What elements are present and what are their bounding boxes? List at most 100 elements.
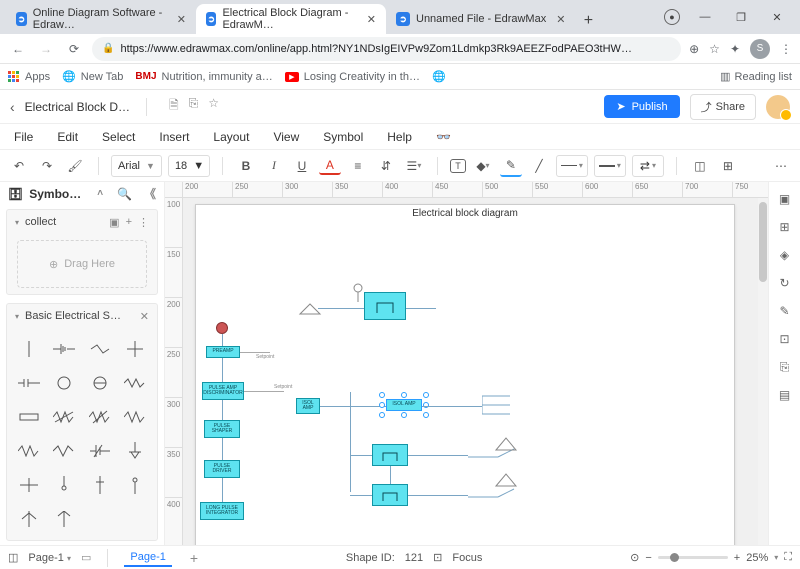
diagram-page[interactable]: Electrical block diagram PREAMP Setpoint… — [195, 204, 735, 545]
zoom-out-button[interactable]: − — [645, 552, 651, 564]
symbol-item[interactable] — [118, 332, 154, 366]
list-icon[interactable]: ☰▾ — [403, 155, 425, 177]
symbol-item[interactable] — [11, 332, 47, 366]
user-avatar[interactable] — [766, 95, 790, 119]
menu-layout[interactable]: Layout — [209, 128, 253, 146]
basic-electrical-header[interactable]: ▾ Basic Electrical S… ✕ — [7, 304, 157, 328]
symbol-item[interactable] — [118, 434, 154, 468]
zoom-value[interactable]: 25% — [746, 552, 768, 564]
symbol-item[interactable] — [82, 332, 118, 366]
star-icon[interactable]: ☆ — [709, 42, 720, 56]
more-icon[interactable]: ⋮ — [138, 216, 149, 229]
page-tab[interactable]: Page-1 — [124, 549, 171, 567]
symbol-item[interactable] — [82, 400, 118, 434]
glasses-icon[interactable]: 👓 — [432, 128, 455, 146]
line-color-icon[interactable]: ✎ — [500, 155, 522, 177]
attachments-icon[interactable]: ⎘ — [776, 358, 794, 376]
back-icon[interactable]: ← — [8, 39, 28, 59]
fit-icon[interactable]: ⊙ — [630, 551, 639, 564]
grid-icon[interactable]: ⊞ — [776, 218, 794, 236]
symbol-item[interactable] — [11, 400, 47, 434]
italic-button[interactable]: I — [263, 155, 285, 177]
font-size-select[interactable]: 18 ▼ — [168, 155, 210, 177]
selection-handles[interactable] — [382, 395, 426, 415]
newtab-bookmark[interactable]: 🌐 New Tab — [62, 70, 123, 83]
font-color-button[interactable]: A — [319, 157, 341, 175]
symbol-item[interactable] — [47, 502, 83, 536]
browser-tab-1[interactable]: ➲ Electrical Block Diagram - EdrawM… ✕ — [196, 4, 386, 34]
menu-help[interactable]: Help — [383, 128, 416, 146]
pulse-shaper-node[interactable]: PULSE SHAPER — [204, 420, 240, 438]
pages-icon[interactable]: ◫ — [8, 551, 18, 564]
symbol-item[interactable] — [82, 366, 118, 400]
symbol-item[interactable] — [47, 400, 83, 434]
start-node[interactable] — [216, 322, 228, 334]
profile-avatar[interactable]: S — [750, 39, 770, 59]
close-window-icon[interactable]: ✕ — [766, 6, 788, 28]
apps-bookmark[interactable]: Apps — [8, 71, 50, 83]
symbol-item[interactable] — [47, 366, 83, 400]
maximize-icon[interactable]: ❐ — [730, 6, 752, 28]
symbol-item[interactable] — [118, 468, 154, 502]
undo-icon[interactable]: ↶ — [8, 155, 30, 177]
scrollbar-thumb[interactable] — [759, 202, 767, 282]
symbol-item[interactable] — [118, 400, 154, 434]
underline-button[interactable]: U — [291, 155, 313, 177]
symbol-item[interactable] — [47, 468, 83, 502]
search-icon[interactable]: 🔍 — [117, 187, 132, 201]
search-icon[interactable]: ⊕ — [689, 42, 699, 56]
redo-icon[interactable]: ↷ — [36, 155, 58, 177]
symbol-item[interactable] — [118, 366, 154, 400]
share-button[interactable]: ⤴ Share — [690, 94, 756, 120]
zoom-in-button[interactable]: + — [734, 552, 740, 564]
group-icon[interactable]: ⊞ — [717, 155, 739, 177]
more-icon[interactable]: ⋯ — [770, 155, 792, 177]
outline-icon[interactable]: ▭ — [81, 551, 91, 564]
line-style-select[interactable]: ▾ — [556, 155, 588, 177]
youtube-bookmark[interactable]: ▶ Losing Creativity in th… — [285, 71, 420, 83]
new-tab-button[interactable]: + — [575, 8, 601, 34]
long-pulse-node[interactable]: LONG PULSE INTEGRATOR — [200, 502, 244, 520]
block-node[interactable] — [364, 292, 406, 320]
line-spacing-icon[interactable]: ⇵ — [375, 155, 397, 177]
collapse-panel-icon[interactable]: 《 — [144, 185, 156, 202]
symbol-item[interactable] — [11, 366, 47, 400]
close-icon[interactable]: ✕ — [367, 13, 376, 26]
pulse-driver-node[interactable]: PULSE DRIVER — [204, 460, 240, 478]
format-painter-icon[interactable]: 🖌 — [64, 155, 86, 177]
symbol-item[interactable] — [82, 434, 118, 468]
align-left-icon[interactable]: ≡ — [347, 155, 369, 177]
drag-target[interactable]: ⊕ Drag Here — [17, 240, 147, 288]
reading-list-button[interactable]: ▥ Reading list — [720, 70, 792, 83]
symbol-item[interactable] — [47, 332, 83, 366]
back-chevron-icon[interactable]: ‹ — [10, 99, 15, 115]
close-icon[interactable]: ✕ — [556, 13, 565, 26]
collect-header[interactable]: ▾ collect ▣+⋮ — [7, 210, 157, 234]
menu-select[interactable]: Select — [98, 128, 139, 146]
symbol-item[interactable] — [11, 434, 47, 468]
textbox-icon[interactable]: T — [450, 159, 466, 173]
globe-bookmark[interactable]: 🌐 — [432, 70, 446, 83]
arrow-style-select[interactable]: ⇄▾ — [632, 155, 664, 177]
browser-tab-0[interactable]: ➲ Online Diagram Software - Edraw… ✕ — [6, 4, 196, 34]
symbol-item[interactable] — [47, 434, 83, 468]
symbol-item[interactable] — [11, 502, 47, 536]
chevron-up-icon[interactable]: ˄ — [97, 188, 103, 199]
menu-icon[interactable]: ⋮ — [780, 42, 792, 56]
comments-icon[interactable]: ✎ — [776, 302, 794, 320]
extensions-icon[interactable]: ✦ — [730, 42, 740, 56]
menu-symbol[interactable]: Symbol — [319, 128, 367, 146]
menu-view[interactable]: View — [269, 128, 303, 146]
focus-icon[interactable]: ⊡ — [433, 551, 442, 564]
favorite-icon[interactable]: ☆ — [208, 96, 219, 117]
line-weight-select[interactable]: ▾ — [594, 155, 626, 177]
font-family-select[interactable]: Arial ▼ — [111, 155, 162, 177]
document-title[interactable]: Electrical Block D… — [25, 100, 130, 114]
vertical-scrollbar[interactable] — [758, 198, 768, 545]
menu-edit[interactable]: Edit — [53, 128, 82, 146]
plus-icon[interactable]: + — [126, 216, 132, 229]
focus-label[interactable]: Focus — [452, 552, 482, 564]
menu-file[interactable]: File — [10, 128, 37, 146]
menu-insert[interactable]: Insert — [155, 128, 193, 146]
connector-icon[interactable]: ╱ — [528, 155, 550, 177]
